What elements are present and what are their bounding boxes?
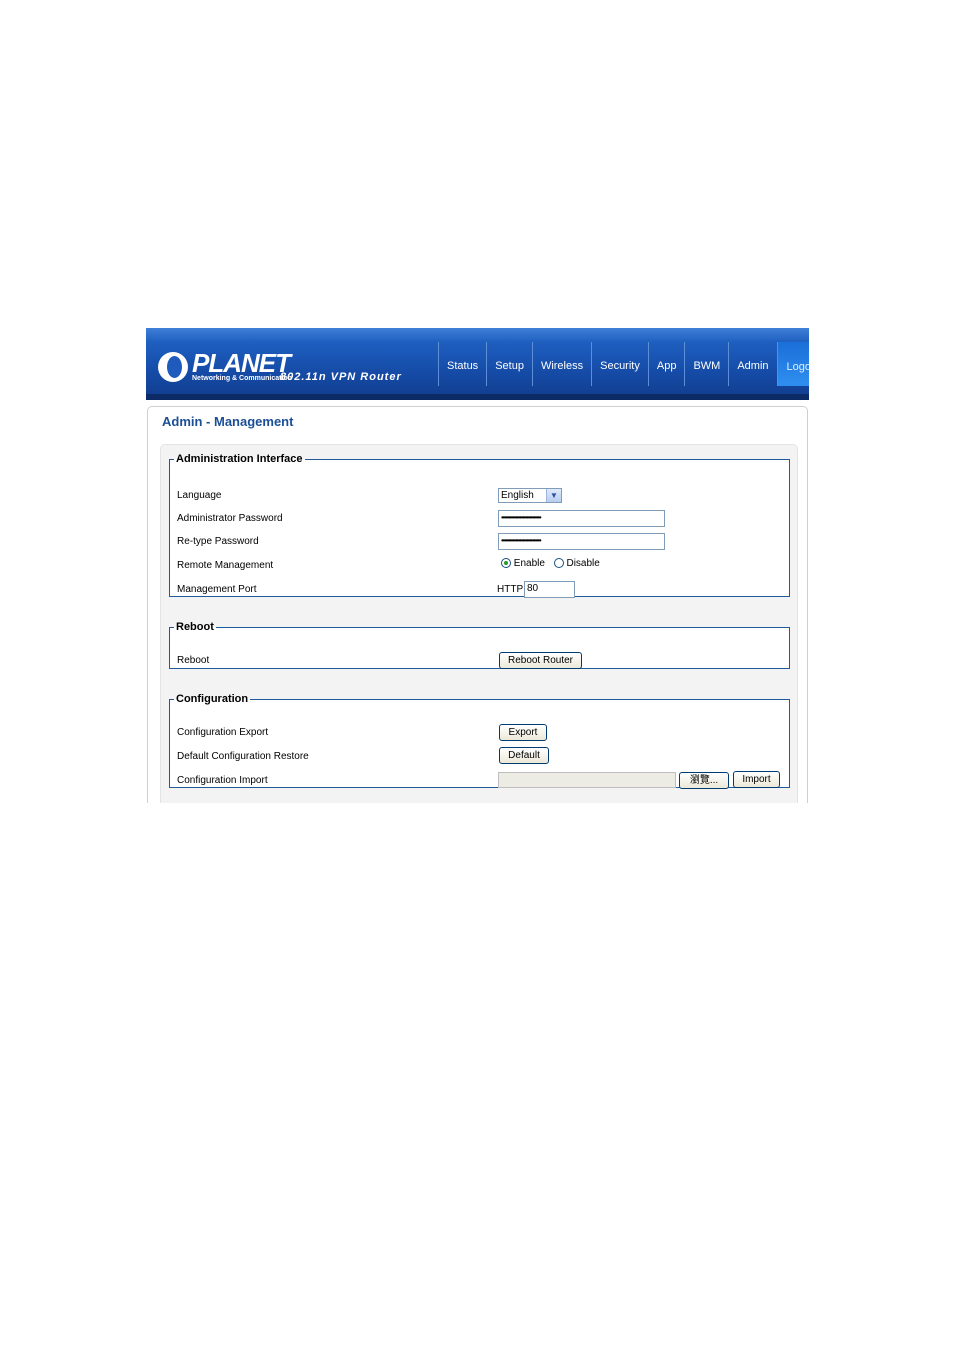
import-file-input[interactable] — [498, 772, 676, 788]
header-banner: PLANET Networking & Communication 802.11… — [146, 328, 809, 400]
nav-setup[interactable]: Setup — [486, 342, 532, 386]
reboot-legend: Reboot — [176, 621, 214, 633]
language-value: English — [501, 490, 534, 501]
nav-wireless[interactable]: Wireless — [531, 342, 591, 386]
management-port-label: Management Port — [177, 584, 257, 595]
enable-radio[interactable] — [501, 558, 511, 568]
nav-security[interactable]: Security — [591, 342, 648, 386]
retype-password-label: Re-type Password — [177, 536, 259, 547]
remote-management-radios: Enable Disable — [501, 558, 600, 569]
http-label: HTTP — [497, 584, 524, 595]
language-select[interactable]: English ▼ — [498, 488, 562, 503]
chevron-down-icon[interactable]: ▼ — [546, 489, 561, 502]
nav-logout[interactable]: Logout — [776, 342, 809, 386]
import-button[interactable]: Import — [733, 771, 780, 788]
http-port-input[interactable]: 80 — [524, 581, 575, 598]
admin-password-label: Administrator Password — [177, 513, 283, 524]
reboot-router-button[interactable]: Reboot Router — [499, 652, 582, 669]
export-button[interactable]: Export — [499, 724, 547, 741]
enable-label: Enable — [513, 558, 545, 569]
disable-radio[interactable] — [553, 558, 564, 568]
disable-label: Disable — [566, 558, 600, 569]
nav-status[interactable]: Status — [438, 342, 486, 386]
main-nav: Status Setup Wireless Security App BWM A… — [438, 342, 809, 386]
default-button[interactable]: Default — [499, 747, 549, 764]
config-import-label: Configuration Import — [177, 775, 268, 786]
nav-admin[interactable]: Admin — [728, 342, 776, 386]
reboot-section: Reboot Reboot Reboot Router — [169, 621, 790, 669]
content-panel: Admin - Management Administration Interf… — [147, 406, 808, 803]
configuration-legend: Configuration — [176, 693, 249, 705]
nav-app[interactable]: App — [647, 342, 685, 386]
admin-interface-legend: Administration Interface — [176, 453, 303, 465]
planet-logo-icon — [158, 352, 188, 382]
nav-bwm[interactable]: BWM — [684, 342, 728, 386]
product-name: 802.11n VPN Router — [280, 371, 402, 383]
brand-tagline: Networking & Communication — [192, 375, 292, 382]
reboot-label: Reboot — [177, 655, 210, 666]
remote-management-label: Remote Management — [177, 560, 274, 571]
admin-interface-section: Administration Interface Language Englis… — [169, 453, 790, 598]
configuration-section: Configuration Configuration Export Expor… — [169, 693, 790, 789]
router-admin-window: PLANET Networking & Communication 802.11… — [146, 328, 809, 803]
default-restore-label: Default Configuration Restore — [177, 751, 309, 762]
admin-password-input[interactable]: •••••••••••••••••••••••••••• — [498, 510, 665, 527]
language-label: Language — [177, 490, 222, 501]
settings-area: Administration Interface Language Englis… — [160, 444, 798, 803]
page-title: Admin - Management — [162, 414, 294, 429]
retype-password-input[interactable]: •••••••••••••••••••••••••••• — [498, 533, 665, 550]
config-export-label: Configuration Export — [177, 727, 269, 738]
browse-button[interactable]: 瀏覽... — [679, 772, 729, 789]
